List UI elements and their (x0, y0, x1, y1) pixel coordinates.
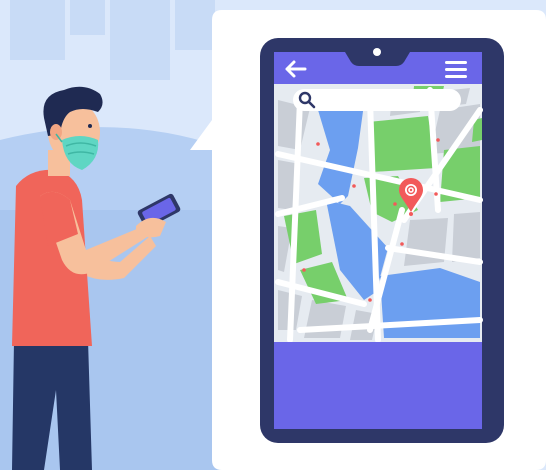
hamburger-menu-icon[interactable] (442, 58, 470, 80)
search-bar[interactable] (293, 89, 461, 111)
illustration-canvas (0, 0, 546, 470)
search-input[interactable] (293, 89, 461, 111)
arrow-left-icon[interactable] (283, 58, 309, 80)
camera-icon (373, 48, 381, 56)
person-ear (50, 124, 62, 140)
person-eye (88, 124, 92, 128)
phone (260, 38, 504, 443)
illustration-stage (0, 0, 546, 470)
map[interactable] (274, 84, 483, 343)
phone-bottom-panel (274, 342, 482, 429)
